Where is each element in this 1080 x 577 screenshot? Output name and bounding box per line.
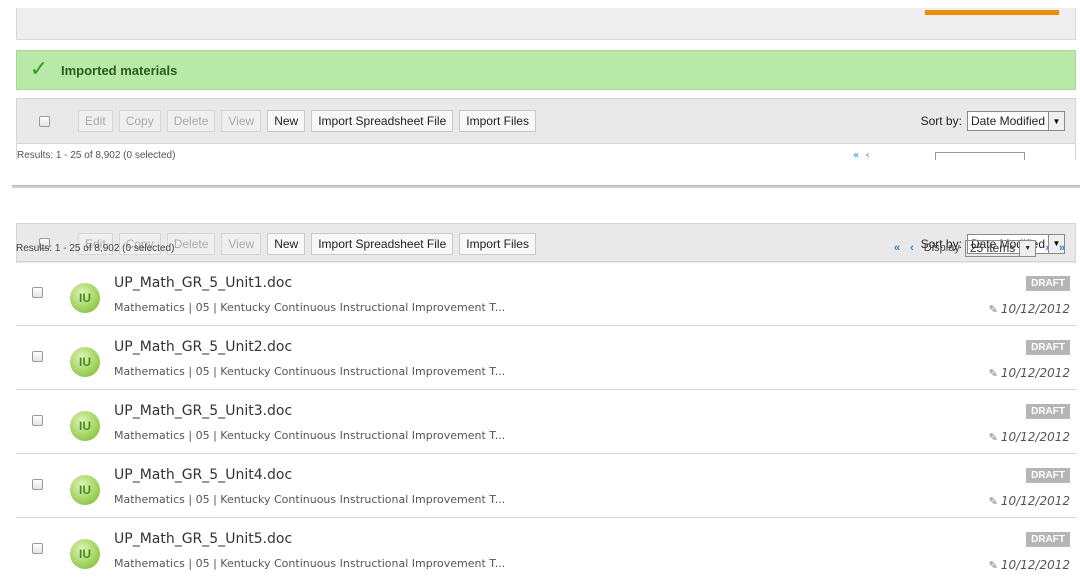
status-badge: DRAFT bbox=[1026, 276, 1070, 291]
item-title[interactable]: UP_Math_GR_5_Unit3.doc bbox=[114, 403, 292, 419]
sort-label: Sort by: bbox=[920, 114, 962, 128]
results-bar: Results: 1 - 25 of 8,902 (0 selected) « … bbox=[16, 238, 1076, 258]
list-item[interactable]: IU UP_Math_GR_5_Unit4.doc Mathematics | … bbox=[16, 453, 1076, 517]
list-item[interactable]: IU UP_Math_GR_5_Unit2.doc Mathematics | … bbox=[16, 325, 1076, 389]
pencil-icon: ✎ bbox=[988, 302, 998, 316]
modified-date: 10/12/2012 bbox=[1000, 494, 1070, 508]
status-badge: DRAFT bbox=[1026, 468, 1070, 483]
item-title[interactable]: UP_Math_GR_5_Unit1.doc bbox=[114, 275, 292, 291]
checkmark-icon: ✓ bbox=[29, 57, 49, 82]
item-meta: Mathematics | 05 | Kentucky Continuous I… bbox=[114, 365, 506, 378]
import-files-button[interactable]: Import Files bbox=[459, 110, 536, 132]
list-item[interactable]: IU UP_Math_GR_5_Unit3.doc Mathematics | … bbox=[16, 389, 1076, 453]
last-page-icon[interactable]: » bbox=[1059, 242, 1065, 254]
display-label: Display bbox=[923, 242, 960, 254]
item-meta: Mathematics | 05 | Kentucky Continuous I… bbox=[114, 429, 506, 442]
item-title[interactable]: UP_Math_GR_5_Unit4.doc bbox=[114, 467, 292, 483]
display-select-cut bbox=[935, 152, 1025, 160]
modified-date: 10/12/2012 bbox=[1000, 430, 1070, 444]
item-meta: Mathematics | 05 | Kentucky Continuous I… bbox=[114, 557, 506, 570]
modified-date: 10/12/2012 bbox=[1000, 558, 1070, 572]
list-item[interactable]: IU UP_Math_GR_5_Unit5.doc Mathematics | … bbox=[16, 517, 1076, 577]
row-checkbox[interactable] bbox=[32, 351, 43, 362]
status-badge: DRAFT bbox=[1026, 340, 1070, 355]
document-logo-icon: IU bbox=[70, 411, 100, 441]
chevron-down-icon: ▼ bbox=[1019, 240, 1036, 256]
item-meta: Mathematics | 05 | Kentucky Continuous I… bbox=[114, 493, 506, 506]
chevron-down-icon: ▼ bbox=[1048, 112, 1064, 130]
materials-list: IU UP_Math_GR_5_Unit1.doc Mathematics | … bbox=[16, 261, 1076, 577]
row-checkbox[interactable] bbox=[32, 415, 43, 426]
pager: « ‹ Display 25 items ▼ › » bbox=[889, 239, 1070, 257]
document-logo-icon: IU bbox=[70, 475, 100, 505]
document-logo-icon: IU bbox=[70, 283, 100, 313]
view-button[interactable]: View bbox=[221, 110, 262, 132]
sort-select[interactable]: Date Modified ▼ bbox=[966, 111, 1065, 131]
new-button[interactable]: New bbox=[267, 110, 306, 132]
sort-value: Date Modified bbox=[970, 114, 1045, 128]
row-checkbox[interactable] bbox=[32, 543, 43, 554]
modified-date: 10/12/2012 bbox=[1000, 302, 1070, 316]
modified-date: 10/12/2012 bbox=[1000, 366, 1070, 380]
pager-nav-cut-icon: « ‹ bbox=[853, 150, 870, 160]
results-bar-cut: Results: 1 - 25 of 8,902 (0 selected) « … bbox=[16, 144, 1076, 160]
list-item[interactable]: IU UP_Math_GR_5_Unit1.doc Mathematics | … bbox=[16, 261, 1076, 325]
pencil-icon: ✎ bbox=[988, 494, 998, 508]
prev-page-icon[interactable]: ‹ bbox=[910, 242, 914, 254]
item-date: ✎ 10/12/2012 bbox=[989, 558, 1070, 572]
item-date: ✎ 10/12/2012 bbox=[989, 366, 1070, 380]
accent-bar bbox=[925, 10, 1059, 15]
pencil-icon: ✎ bbox=[988, 430, 998, 444]
item-date: ✎ 10/12/2012 bbox=[989, 430, 1070, 444]
item-meta: Mathematics | 05 | Kentucky Continuous I… bbox=[114, 301, 506, 314]
delete-button[interactable]: Delete bbox=[166, 110, 216, 132]
status-badge: DRAFT bbox=[1026, 404, 1070, 419]
item-title[interactable]: UP_Math_GR_5_Unit2.doc bbox=[114, 339, 292, 355]
row-checkbox[interactable] bbox=[32, 287, 43, 298]
sort-control: Sort by: Date Modified ▼ bbox=[921, 111, 1065, 131]
row-checkbox[interactable] bbox=[32, 479, 43, 490]
edit-button[interactable]: Edit bbox=[78, 110, 113, 132]
results-summary-cut: Results: 1 - 25 of 8,902 (0 selected) bbox=[17, 150, 176, 160]
results-summary: Results: 1 - 25 of 8,902 (0 selected) bbox=[16, 242, 175, 254]
document-logo-icon: IU bbox=[70, 539, 100, 569]
item-date: ✎ 10/12/2012 bbox=[989, 302, 1070, 316]
pencil-icon: ✎ bbox=[988, 558, 998, 572]
first-page-icon[interactable]: « bbox=[894, 242, 900, 254]
header-strip bbox=[16, 8, 1076, 40]
status-badge: DRAFT bbox=[1026, 532, 1070, 547]
copy-button[interactable]: Copy bbox=[118, 110, 161, 132]
pencil-icon: ✎ bbox=[988, 366, 998, 380]
import-spreadsheet-button[interactable]: Import Spreadsheet File bbox=[311, 110, 454, 132]
divider bbox=[12, 185, 1080, 188]
document-logo-icon: IU bbox=[70, 347, 100, 377]
notice-message: Imported materials bbox=[61, 62, 178, 78]
select-all-checkbox[interactable] bbox=[39, 115, 50, 127]
item-title[interactable]: UP_Math_GR_5_Unit5.doc bbox=[114, 531, 292, 547]
display-select[interactable]: 25 items ▼ bbox=[964, 239, 1037, 257]
success-notice: ✓ Imported materials bbox=[16, 50, 1076, 90]
next-page-icon[interactable]: › bbox=[1045, 242, 1049, 254]
item-date: ✎ 10/12/2012 bbox=[989, 494, 1070, 508]
toolbar-top: Edit Copy Delete View New Import Spreads… bbox=[16, 98, 1076, 144]
display-value: 25 items bbox=[969, 241, 1016, 255]
